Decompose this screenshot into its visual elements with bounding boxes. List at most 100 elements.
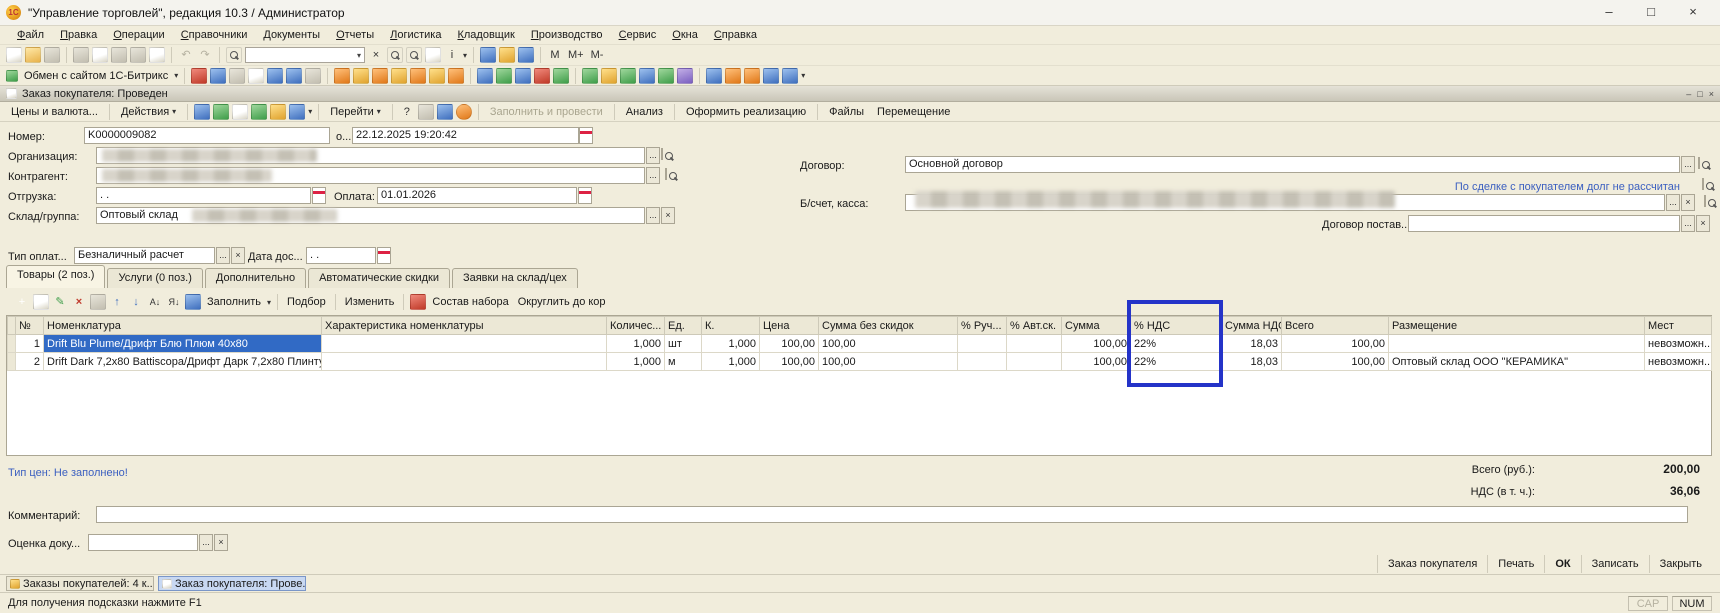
move-button[interactable]: Перемещение xyxy=(872,104,955,120)
misc-icon-1[interactable] xyxy=(706,68,722,84)
payment-type-clear-icon[interactable]: × xyxy=(231,247,245,264)
person-money-icon-7[interactable] xyxy=(448,68,464,84)
taskbar-item-orders-list[interactable]: Заказы покупателей: 4 к... xyxy=(6,576,154,591)
col-k[interactable]: К. xyxy=(702,317,760,335)
cell-sum[interactable]: 100,00 xyxy=(1062,353,1131,371)
supplier-contract-ellipsis-button[interactable]: ... xyxy=(1681,215,1695,232)
print-preview-icon[interactable] xyxy=(149,47,165,63)
bitrix-exchange-button[interactable]: Обмен с сайтом 1С-Битрикс xyxy=(21,70,171,82)
exchange-icon-4[interactable] xyxy=(534,68,550,84)
person-money-icon-4[interactable] xyxy=(391,68,407,84)
set-contents-button[interactable]: Состав набора xyxy=(429,296,511,308)
sort-descending-icon[interactable]: Я↓ xyxy=(166,294,182,310)
doc-restore-icon[interactable]: □ xyxy=(1697,88,1702,100)
person-money-icon-3[interactable] xyxy=(372,68,388,84)
account-lens-icon[interactable] xyxy=(1704,195,1706,207)
menu-reports[interactable]: Отчеты xyxy=(329,27,381,43)
cell-nomenclature[interactable]: Drift Dark 7,2x80 Battiscopa/Дрифт Дарк … xyxy=(44,353,322,371)
window-icon[interactable] xyxy=(286,68,302,84)
edit-document-icon[interactable] xyxy=(305,68,321,84)
warehouse-ellipsis-button[interactable]: ... xyxy=(646,207,660,224)
col-quantity[interactable]: Количес... xyxy=(607,317,665,335)
move-up-icon[interactable]: ↑ xyxy=(109,294,125,310)
account-clear-icon[interactable]: × xyxy=(1681,194,1695,211)
memory-minus-icon[interactable]: M- xyxy=(589,47,606,63)
customer-order-button[interactable]: Заказ покупателя xyxy=(1377,555,1487,573)
report-icon[interactable] xyxy=(418,104,434,120)
calendar-icon[interactable] xyxy=(499,47,515,63)
due-date-input[interactable]: . . xyxy=(306,247,376,264)
help-icon[interactable]: ? xyxy=(399,104,415,120)
cell-price[interactable]: 100,00 xyxy=(760,335,819,353)
misc-icon-2[interactable] xyxy=(725,68,741,84)
warehouse-icon-2[interactable] xyxy=(601,68,617,84)
account-ellipsis-button[interactable]: ... xyxy=(1666,194,1680,211)
person-money-icon-6[interactable] xyxy=(429,68,445,84)
person-money-icon-2[interactable] xyxy=(353,68,369,84)
person-money-icon-1[interactable] xyxy=(334,68,350,84)
col-sum[interactable]: Сумма xyxy=(1062,317,1131,335)
search-combo[interactable]: ▾ xyxy=(245,47,365,63)
cell-unit[interactable]: шт xyxy=(665,335,702,353)
cut-icon[interactable] xyxy=(73,47,89,63)
cell-sum-no-discount[interactable]: 100,00 xyxy=(819,353,958,371)
files-button[interactable]: Файлы xyxy=(824,104,869,120)
pick-button[interactable]: Подбор xyxy=(284,296,329,308)
fill-dropdown-icon[interactable]: ▾ xyxy=(267,298,271,307)
sort-ascending-icon[interactable]: А↓ xyxy=(147,294,163,310)
warehouse-input[interactable]: Оптовый склад xyxy=(96,207,645,224)
users-icon[interactable] xyxy=(518,47,534,63)
print-document-icon[interactable] xyxy=(229,68,245,84)
search-dropdown-icon[interactable]: ▾ xyxy=(354,51,364,60)
actions-button[interactable]: Действия ▾ xyxy=(116,104,181,120)
exchange-icon-1[interactable] xyxy=(477,68,493,84)
info-dropdown-icon[interactable]: ▾ xyxy=(463,51,467,60)
open-icon[interactable] xyxy=(25,47,41,63)
menu-operations[interactable]: Операции xyxy=(106,27,171,43)
doc-close-icon[interactable]: × xyxy=(1709,88,1714,100)
exchange-icon-5[interactable] xyxy=(553,68,569,84)
fill-and-post-button[interactable]: Заполнить и провести xyxy=(485,104,608,120)
find-previous-icon[interactable] xyxy=(406,47,422,63)
misc-icon-5[interactable] xyxy=(782,68,798,84)
misc-icon-4[interactable] xyxy=(763,68,779,84)
cell-auto-discount[interactable] xyxy=(1007,335,1062,353)
shipment-calendar-icon[interactable] xyxy=(312,187,326,204)
col-nomenclature[interactable]: Номенклатура xyxy=(44,317,322,335)
menu-help[interactable]: Справка xyxy=(707,27,764,43)
cell-vat-sum[interactable]: 18,03 xyxy=(1222,335,1282,353)
post-document-icon[interactable] xyxy=(194,104,210,120)
col-sum-no-discount[interactable]: Сумма без скидок xyxy=(819,317,958,335)
cell-nomenclature[interactable]: Drift Blu Plume/Дрифт Блю Плюм 40x80 xyxy=(44,335,322,353)
analysis-button[interactable]: Анализ xyxy=(621,104,668,120)
cell-k[interactable]: 1,000 xyxy=(702,335,760,353)
save-icon[interactable] xyxy=(44,47,60,63)
redo-icon[interactable]: ↷ xyxy=(197,47,213,63)
cell-vat-sum[interactable]: 18,03 xyxy=(1222,353,1282,371)
supplier-contract-input[interactable] xyxy=(1408,215,1680,232)
menu-production[interactable]: Производство xyxy=(524,27,610,43)
col-total[interactable]: Всего xyxy=(1282,317,1389,335)
person-money-icon-5[interactable] xyxy=(410,68,426,84)
bitrix-dropdown-icon[interactable]: ▾ xyxy=(174,71,178,80)
cell-number[interactable]: 1 xyxy=(16,335,44,353)
cell-sum-no-discount[interactable]: 100,00 xyxy=(819,335,958,353)
contractor-ellipsis-button[interactable]: ... xyxy=(646,167,660,184)
new-document-icon[interactable] xyxy=(6,47,22,63)
minimize-icon[interactable]: – xyxy=(1588,1,1630,25)
copy-document-icon[interactable] xyxy=(232,104,248,120)
info-icon[interactable]: i xyxy=(444,47,460,63)
close-icon[interactable]: × xyxy=(1672,1,1714,25)
taskbar-item-current-order[interactable]: Заказ покупателя: Прове... xyxy=(158,576,306,591)
payment-calendar-icon[interactable] xyxy=(578,187,592,204)
cell-characteristic[interactable] xyxy=(322,353,607,371)
contractor-lens-icon[interactable] xyxy=(665,168,667,180)
col-vat-sum[interactable]: Сумма НДС xyxy=(1222,317,1282,335)
cell-characteristic[interactable] xyxy=(322,335,607,353)
cell-placement[interactable] xyxy=(1389,335,1645,353)
cell-manual-discount[interactable] xyxy=(958,335,1007,353)
contract-input[interactable]: Основной договор xyxy=(905,156,1680,173)
maximize-icon[interactable]: □ xyxy=(1630,1,1672,25)
search-icon[interactable] xyxy=(226,47,242,63)
change-button[interactable]: Изменить xyxy=(342,296,398,308)
